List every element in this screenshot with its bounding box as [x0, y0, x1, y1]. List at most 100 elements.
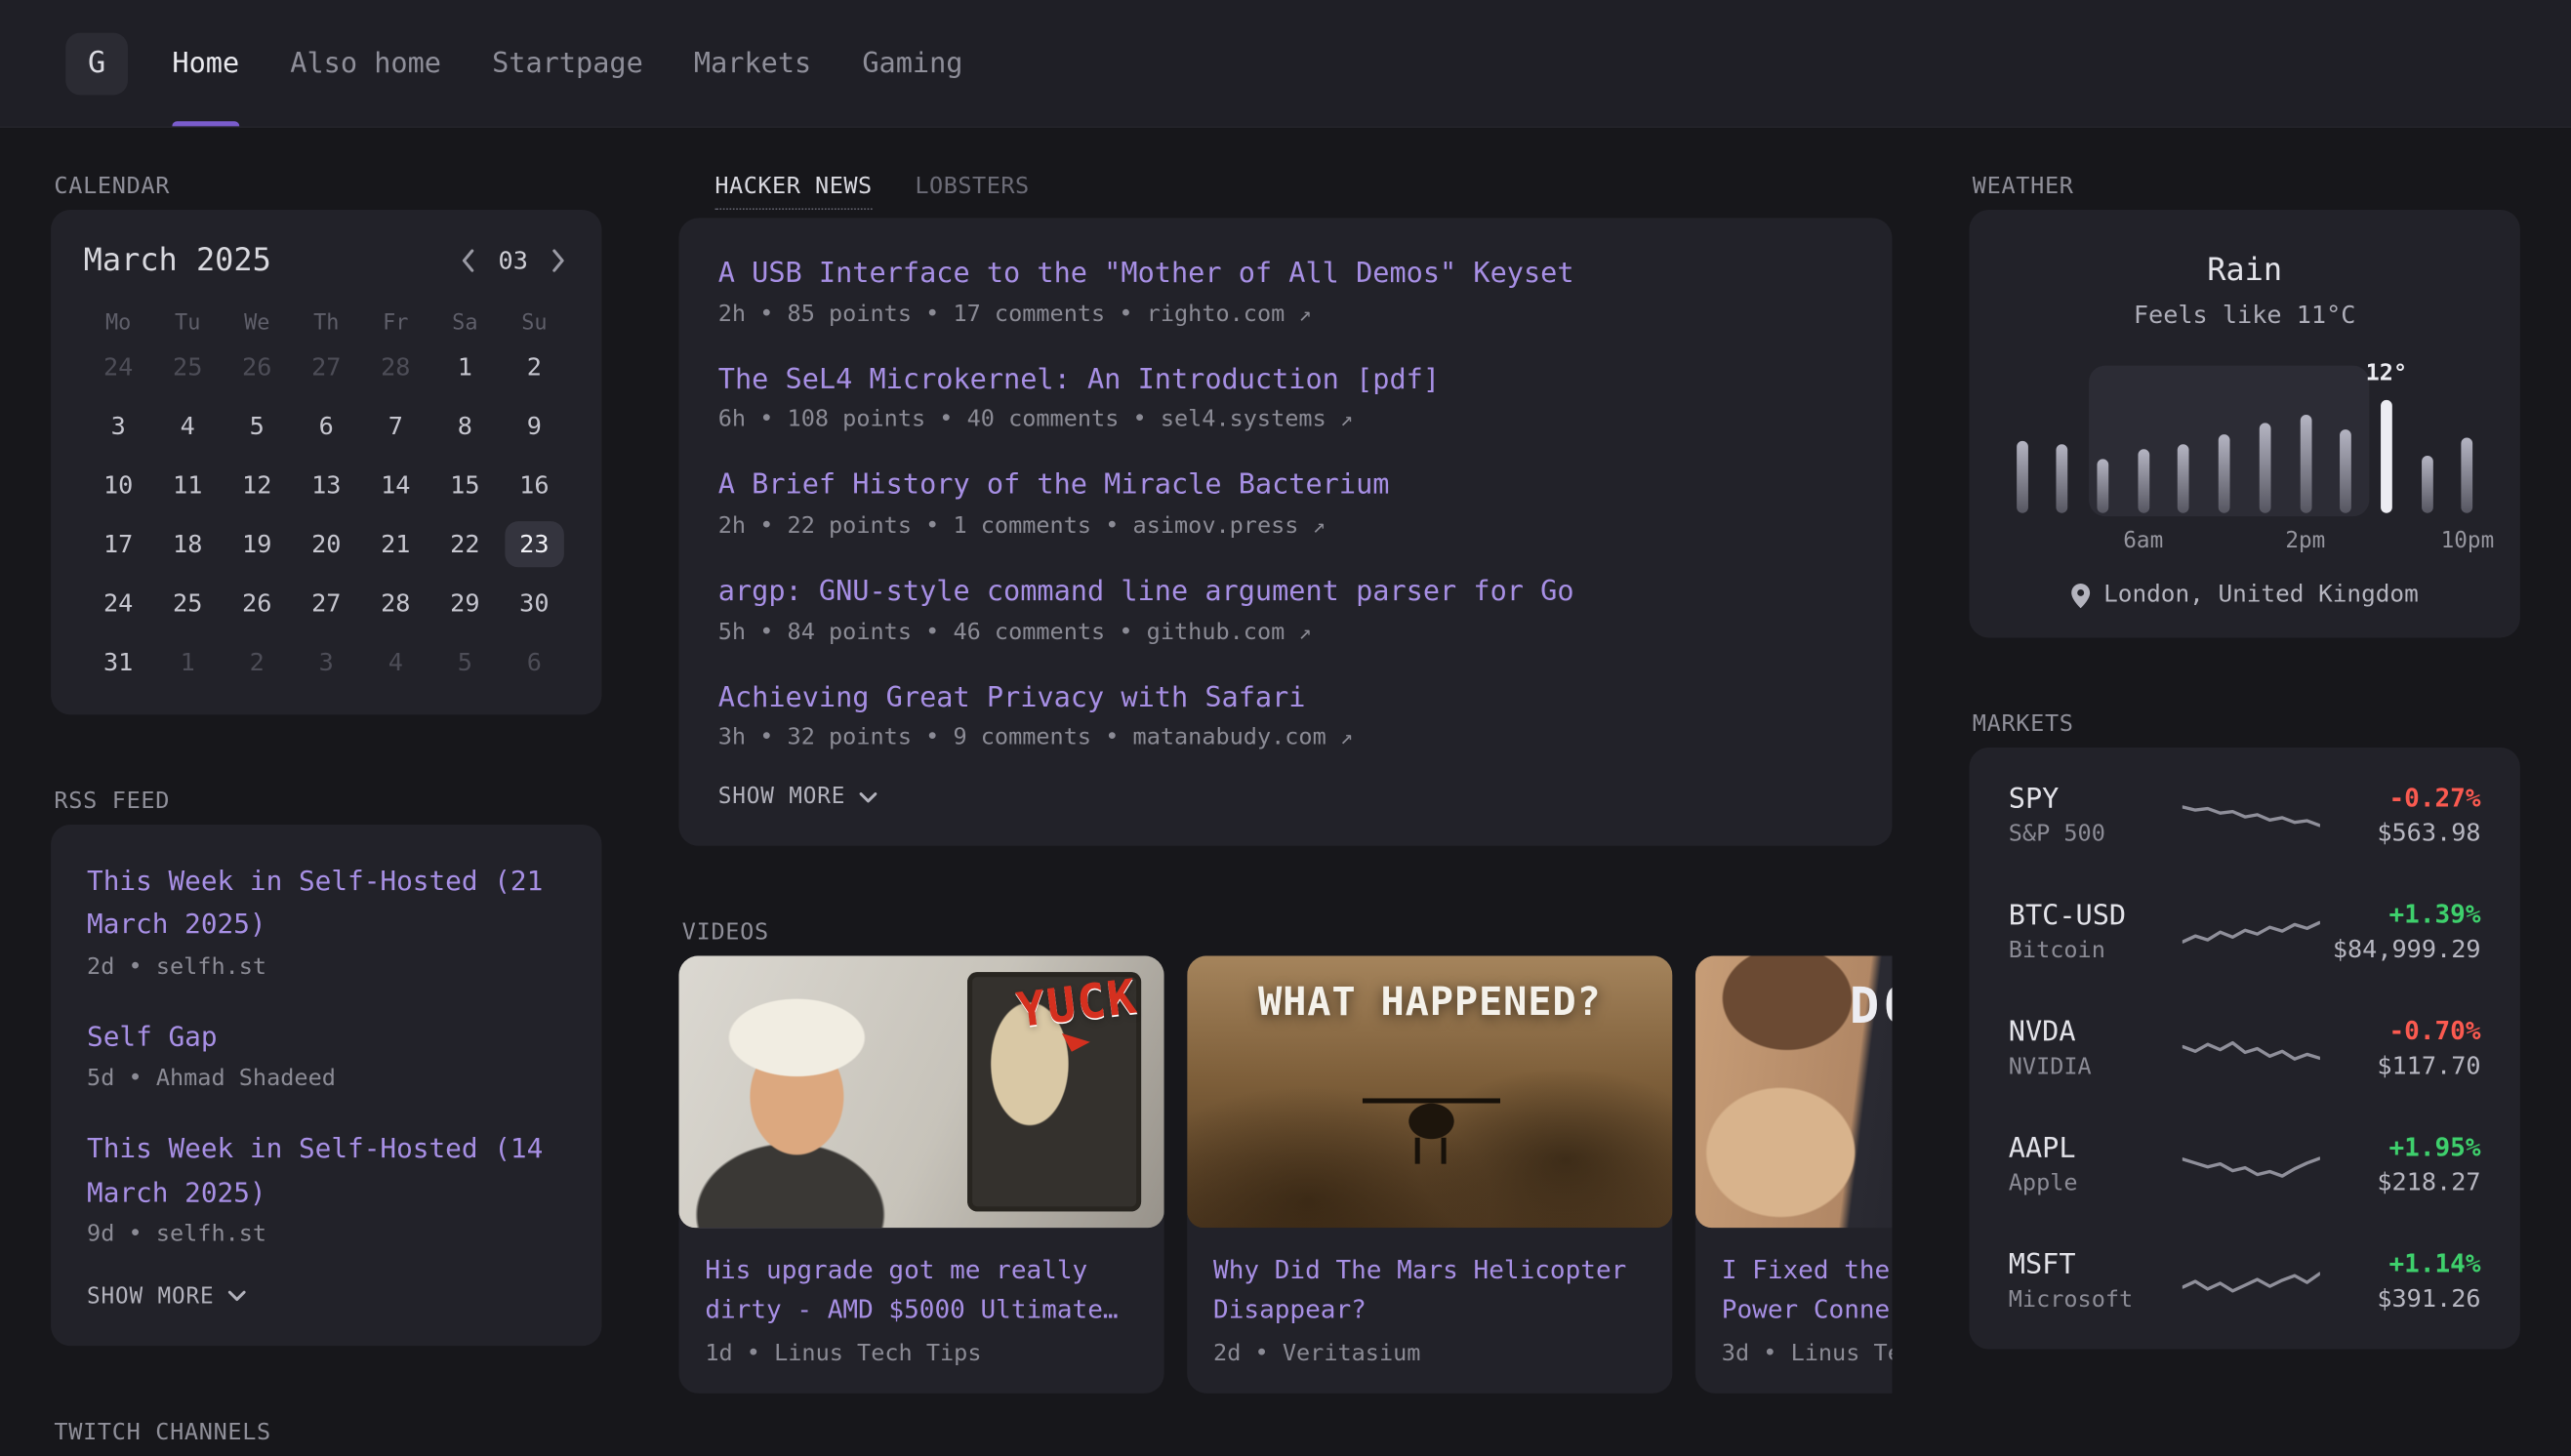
news-show-more-button[interactable]: SHOW MORE — [718, 784, 877, 810]
calendar-day-current[interactable]: 23 — [500, 514, 569, 573]
nav-item-gaming[interactable]: Gaming — [862, 0, 962, 126]
video-thumbnail[interactable]: WHAT HAPPENED? — [1187, 956, 1672, 1229]
calendar-day[interactable]: 2 — [223, 632, 292, 691]
calendar-day[interactable]: 13 — [292, 456, 361, 514]
video-card[interactable]: YUCKHis upgrade got me really dirty - AM… — [678, 956, 1163, 1395]
news-item-link[interactable]: argp: GNU-style command line argument pa… — [718, 572, 1853, 612]
calendar-day[interactable]: 1 — [430, 338, 500, 396]
market-sparkline — [2183, 791, 2320, 840]
market-row[interactable]: AAPLApple+1.95%$218.27 — [2009, 1107, 2481, 1223]
calendar-day[interactable]: 28 — [361, 338, 430, 396]
news-item-link[interactable]: A Brief History of the Miracle Bacterium — [718, 466, 1853, 506]
calendar-day[interactable]: 20 — [292, 514, 361, 573]
weather-bar-slot — [2461, 369, 2473, 513]
calendar-day[interactable]: 18 — [153, 514, 223, 573]
calendar-day[interactable]: 26 — [223, 338, 292, 396]
calendar-day[interactable]: 19 — [223, 514, 292, 573]
calendar-day[interactable]: 29 — [430, 574, 500, 632]
news-item-link[interactable]: The SeL4 Microkernel: An Introduction [p… — [718, 360, 1853, 400]
calendar-day[interactable]: 24 — [84, 574, 153, 632]
external-link-icon: ↗ — [1298, 621, 1311, 645]
news-source-link[interactable]: github.com ↗ — [1147, 619, 1312, 645]
news-item-link[interactable]: Achieving Great Privacy with Safari — [718, 678, 1853, 718]
calendar-next-button[interactable] — [548, 246, 569, 275]
weather-bar-slot — [2178, 369, 2190, 513]
calendar-day[interactable]: 27 — [292, 338, 361, 396]
calendar-day[interactable]: 9 — [500, 397, 569, 456]
videos-row: YUCKHis upgrade got me really dirty - AM… — [678, 956, 1892, 1395]
calendar-day[interactable]: 3 — [292, 632, 361, 691]
center-column: HACKER NEWS LOBSTERS A USB Interface to t… — [678, 174, 1892, 1456]
hour-label: 10pm — [2441, 528, 2495, 554]
tab-hacker-news[interactable]: HACKER NEWS — [714, 174, 872, 210]
news-item-link[interactable]: A USB Interface to the "Mother of All De… — [718, 254, 1853, 294]
calendar-day[interactable]: 14 — [361, 456, 430, 514]
calendar-day[interactable]: 7 — [361, 397, 430, 456]
calendar-day[interactable]: 26 — [223, 574, 292, 632]
market-row[interactable]: BTC-USDBitcoin+1.39%$84,999.29 — [2009, 873, 2481, 990]
rss-item-link[interactable]: This Week in Self-Hosted (21 March 2025) — [87, 861, 566, 948]
calendar-day[interactable]: 4 — [153, 397, 223, 456]
calendar-day[interactable]: 27 — [292, 574, 361, 632]
market-values: -0.70%$117.70 — [2323, 1016, 2480, 1080]
nav-item-home[interactable]: Home — [172, 0, 239, 126]
calendar-prev-button[interactable] — [458, 246, 479, 275]
nav-item-markets[interactable]: Markets — [694, 0, 811, 126]
rss-show-more-button[interactable]: SHOW MORE — [87, 1283, 245, 1310]
weekday-label: Sa — [430, 308, 500, 338]
app-logo[interactable]: G — [65, 32, 128, 95]
video-thumbnail[interactable]: DO — [1695, 956, 1893, 1229]
video-thumbnail[interactable]: YUCK — [678, 956, 1163, 1229]
calendar-day[interactable]: 21 — [361, 514, 430, 573]
video-title-link[interactable]: His upgrade got me really dirty - AMD $5… — [678, 1229, 1163, 1330]
calendar-day[interactable]: 12 — [223, 456, 292, 514]
video-title-link[interactable]: Why Did The Mars Helicopter Disappear? — [1187, 1229, 1672, 1330]
calendar-day[interactable]: 1 — [153, 632, 223, 691]
show-more-label: SHOW MORE — [718, 784, 845, 810]
news-item: argp: GNU-style command line argument pa… — [718, 572, 1853, 645]
calendar-day[interactable]: 6 — [500, 632, 569, 691]
rss-item-link[interactable]: Self Gap — [87, 1016, 566, 1059]
calendar-day[interactable]: 8 — [430, 397, 500, 456]
calendar-day[interactable]: 3 — [84, 397, 153, 456]
calendar-day[interactable]: 25 — [153, 338, 223, 396]
calendar-day[interactable]: 25 — [153, 574, 223, 632]
calendar-day[interactable]: 17 — [84, 514, 153, 573]
calendar-month-number: 03 — [499, 246, 528, 275]
news-source-link[interactable]: matanabudy.com ↗ — [1133, 725, 1354, 751]
market-change: +1.14% — [2323, 1249, 2480, 1278]
market-row[interactable]: NVDANVIDIA-0.70%$117.70 — [2009, 991, 2481, 1107]
nav-item-also-home[interactable]: Also home — [290, 0, 441, 126]
news-source-link[interactable]: righto.com ↗ — [1147, 301, 1312, 327]
news-widget: A USB Interface to the "Mother of All De… — [678, 218, 1892, 846]
calendar-day[interactable]: 22 — [430, 514, 500, 573]
news-meta-text: 2h • 22 points • 1 comments • — [718, 513, 1133, 540]
calendar-day[interactable]: 11 — [153, 456, 223, 514]
calendar-day[interactable]: 6 — [292, 397, 361, 456]
rss-item-link[interactable]: This Week in Self-Hosted (14 March 2025) — [87, 1128, 566, 1215]
calendar-day[interactable]: 5 — [430, 632, 500, 691]
calendar-day[interactable]: 2 — [500, 338, 569, 396]
market-row[interactable]: SPYS&P 500-0.27%$563.98 — [2009, 757, 2481, 873]
hour-label-slot: 6am — [2137, 528, 2149, 557]
calendar-day[interactable]: 31 — [84, 632, 153, 691]
news-item-meta: 5h • 84 points • 46 comments • github.co… — [718, 619, 1853, 645]
news-source-link[interactable]: asimov.press ↗ — [1133, 513, 1326, 540]
market-row[interactable]: MSFTMicrosoft+1.14%$391.26 — [2009, 1223, 2481, 1339]
calendar-day[interactable]: 28 — [361, 574, 430, 632]
video-card[interactable]: DOI Fixed the 5 Power Connect3d • Linus … — [1695, 956, 1893, 1395]
calendar-day[interactable]: 5 — [223, 397, 292, 456]
news-item: Achieving Great Privacy with Safari3h • … — [718, 678, 1853, 751]
video-card[interactable]: WHAT HAPPENED?Why Did The Mars Helicopte… — [1187, 956, 1672, 1395]
news-source-link[interactable]: sel4.systems ↗ — [1161, 407, 1353, 433]
calendar-day[interactable]: 10 — [84, 456, 153, 514]
calendar-day[interactable]: 30 — [500, 574, 569, 632]
hour-label-slot — [2259, 528, 2271, 557]
calendar-day[interactable]: 16 — [500, 456, 569, 514]
tab-lobsters[interactable]: LOBSTERS — [915, 174, 1029, 208]
calendar-day[interactable]: 15 — [430, 456, 500, 514]
calendar-day[interactable]: 4 — [361, 632, 430, 691]
calendar-day[interactable]: 24 — [84, 338, 153, 396]
nav-item-startpage[interactable]: Startpage — [492, 0, 643, 126]
video-title-link[interactable]: I Fixed the 5 Power Connect — [1695, 1229, 1893, 1330]
